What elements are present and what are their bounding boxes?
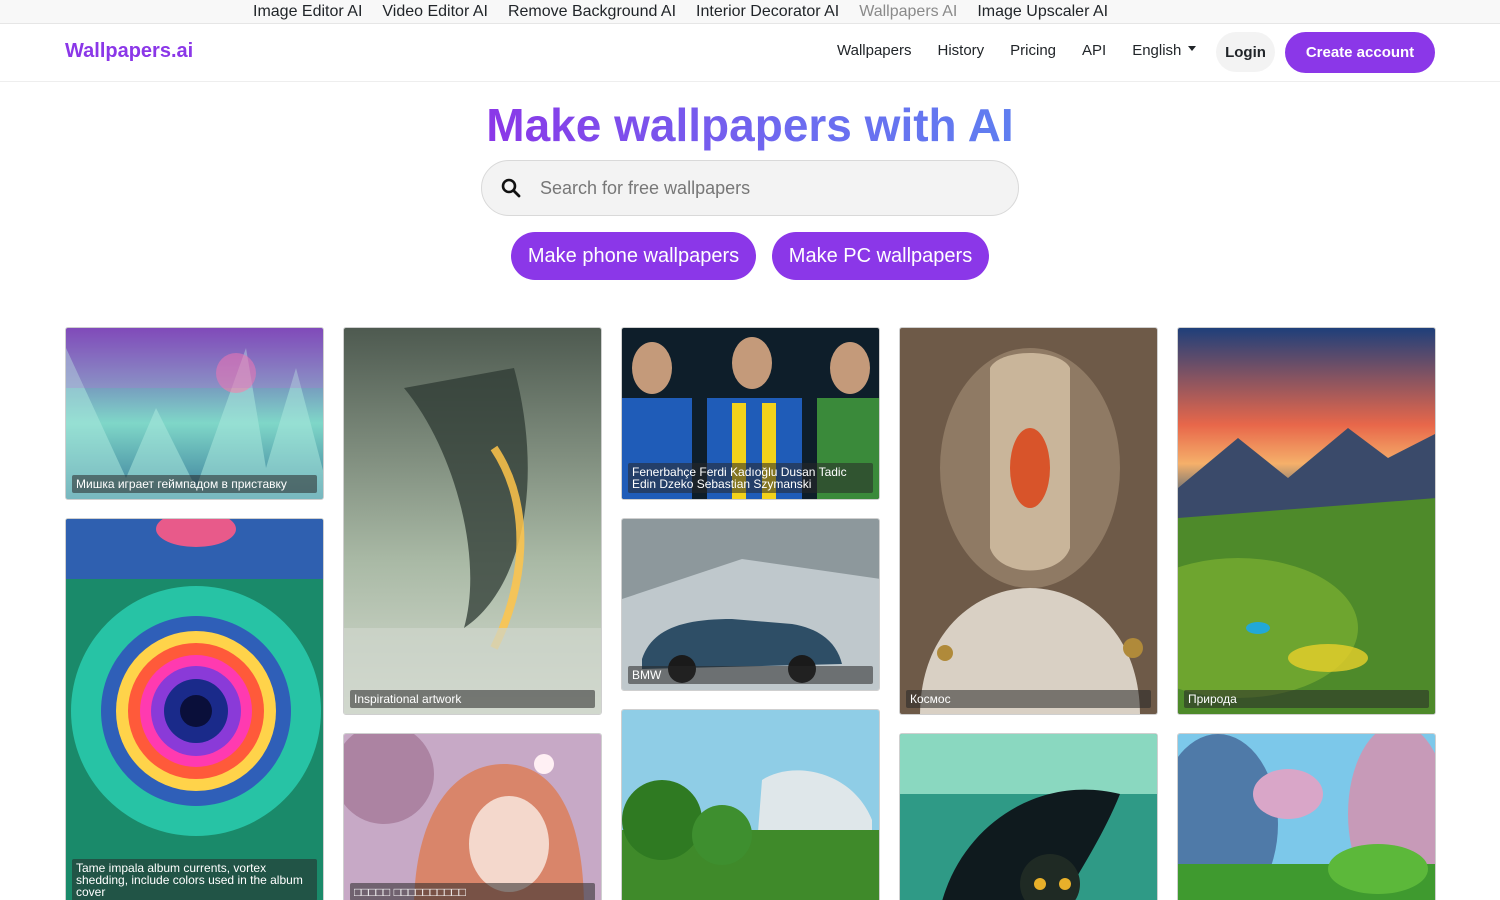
wallpaper-card[interactable]: Inspirational artwork <box>343 327 602 715</box>
wallpaper-caption: Природа <box>1184 690 1429 708</box>
nav-wallpapers[interactable]: Wallpapers <box>837 42 911 59</box>
wallpaper-image <box>900 328 1157 714</box>
wallpaper-card[interactable]: □□□□□ □□□□□□□□□□ <box>343 733 602 900</box>
link-wallpapers-ai[interactable]: Wallpapers AI <box>859 2 957 22</box>
wallpaper-card[interactable]: Fenerbahçe Ferdi Kadıoğlu Dusan Tadic Ed… <box>621 327 880 500</box>
login-button[interactable]: Login <box>1216 32 1275 72</box>
wallpaper-card[interactable]: Космос <box>899 327 1158 715</box>
wallpaper-image <box>344 328 601 714</box>
wallpaper-image <box>344 734 601 900</box>
nav-api[interactable]: API <box>1082 42 1106 59</box>
wallpaper-card[interactable]: Tame impala album currents, vortex shedd… <box>65 518 324 900</box>
search-bar[interactable] <box>481 160 1019 216</box>
wallpaper-image <box>1178 328 1435 714</box>
search-input[interactable] <box>540 177 980 199</box>
create-account-button[interactable]: Create account <box>1285 32 1435 73</box>
wallpaper-card[interactable]: BMW <box>621 518 880 691</box>
main-navbar: Wallpapers.ai Wallpapers History Pricing… <box>0 24 1500 82</box>
wallpaper-image <box>900 734 1157 900</box>
wallpaper-caption: Мишка играет геймпадом в приставку <box>72 475 317 493</box>
link-image-upscaler-ai[interactable]: Image Upscaler AI <box>977 2 1108 22</box>
page-title: Make wallpapers with AI <box>486 99 1014 151</box>
wallpaper-caption: □□□□□ □□□□□□□□□□ <box>350 883 595 900</box>
nav-pricing[interactable]: Pricing <box>1010 42 1056 59</box>
wallpaper-card[interactable]: Мишка играет геймпадом в приставку <box>65 327 324 500</box>
nav-links: Wallpapers History Pricing API English <box>837 42 1197 59</box>
wallpaper-image <box>622 710 879 900</box>
make-phone-wallpapers-button[interactable]: Make phone wallpapers <box>511 232 756 280</box>
wallpaper-card[interactable] <box>899 733 1158 900</box>
nav-history[interactable]: History <box>937 42 984 59</box>
product-bar: Image Editor AI Video Editor AI Remove B… <box>0 0 1500 24</box>
wallpaper-card[interactable] <box>621 709 880 900</box>
language-dropdown[interactable]: English <box>1132 42 1197 59</box>
wallpaper-card[interactable] <box>1177 733 1436 900</box>
link-interior-decorator-ai[interactable]: Interior Decorator AI <box>696 2 839 22</box>
search-icon[interactable] <box>482 178 540 198</box>
link-video-editor-ai[interactable]: Video Editor AI <box>382 2 488 22</box>
wallpaper-caption: Космос <box>906 690 1151 708</box>
language-label: English <box>1132 42 1182 59</box>
wallpaper-caption: Fenerbahçe Ferdi Kadıoğlu Dusan Tadic Ed… <box>628 463 873 493</box>
wallpaper-caption: BMW <box>628 666 873 684</box>
wallpaper-caption: Inspirational artwork <box>350 690 595 708</box>
caret-down-icon <box>1188 46 1197 51</box>
brand-logo[interactable]: Wallpapers.ai <box>65 40 193 63</box>
make-pc-wallpapers-button[interactable]: Make PC wallpapers <box>772 232 989 280</box>
wallpaper-image <box>66 519 323 900</box>
wallpaper-caption: Tame impala album currents, vortex shedd… <box>72 859 317 900</box>
wallpaper-card[interactable]: Природа <box>1177 327 1436 715</box>
wallpaper-image <box>1178 734 1435 900</box>
link-remove-background-ai[interactable]: Remove Background AI <box>508 2 676 22</box>
link-image-editor-ai[interactable]: Image Editor AI <box>253 2 362 22</box>
